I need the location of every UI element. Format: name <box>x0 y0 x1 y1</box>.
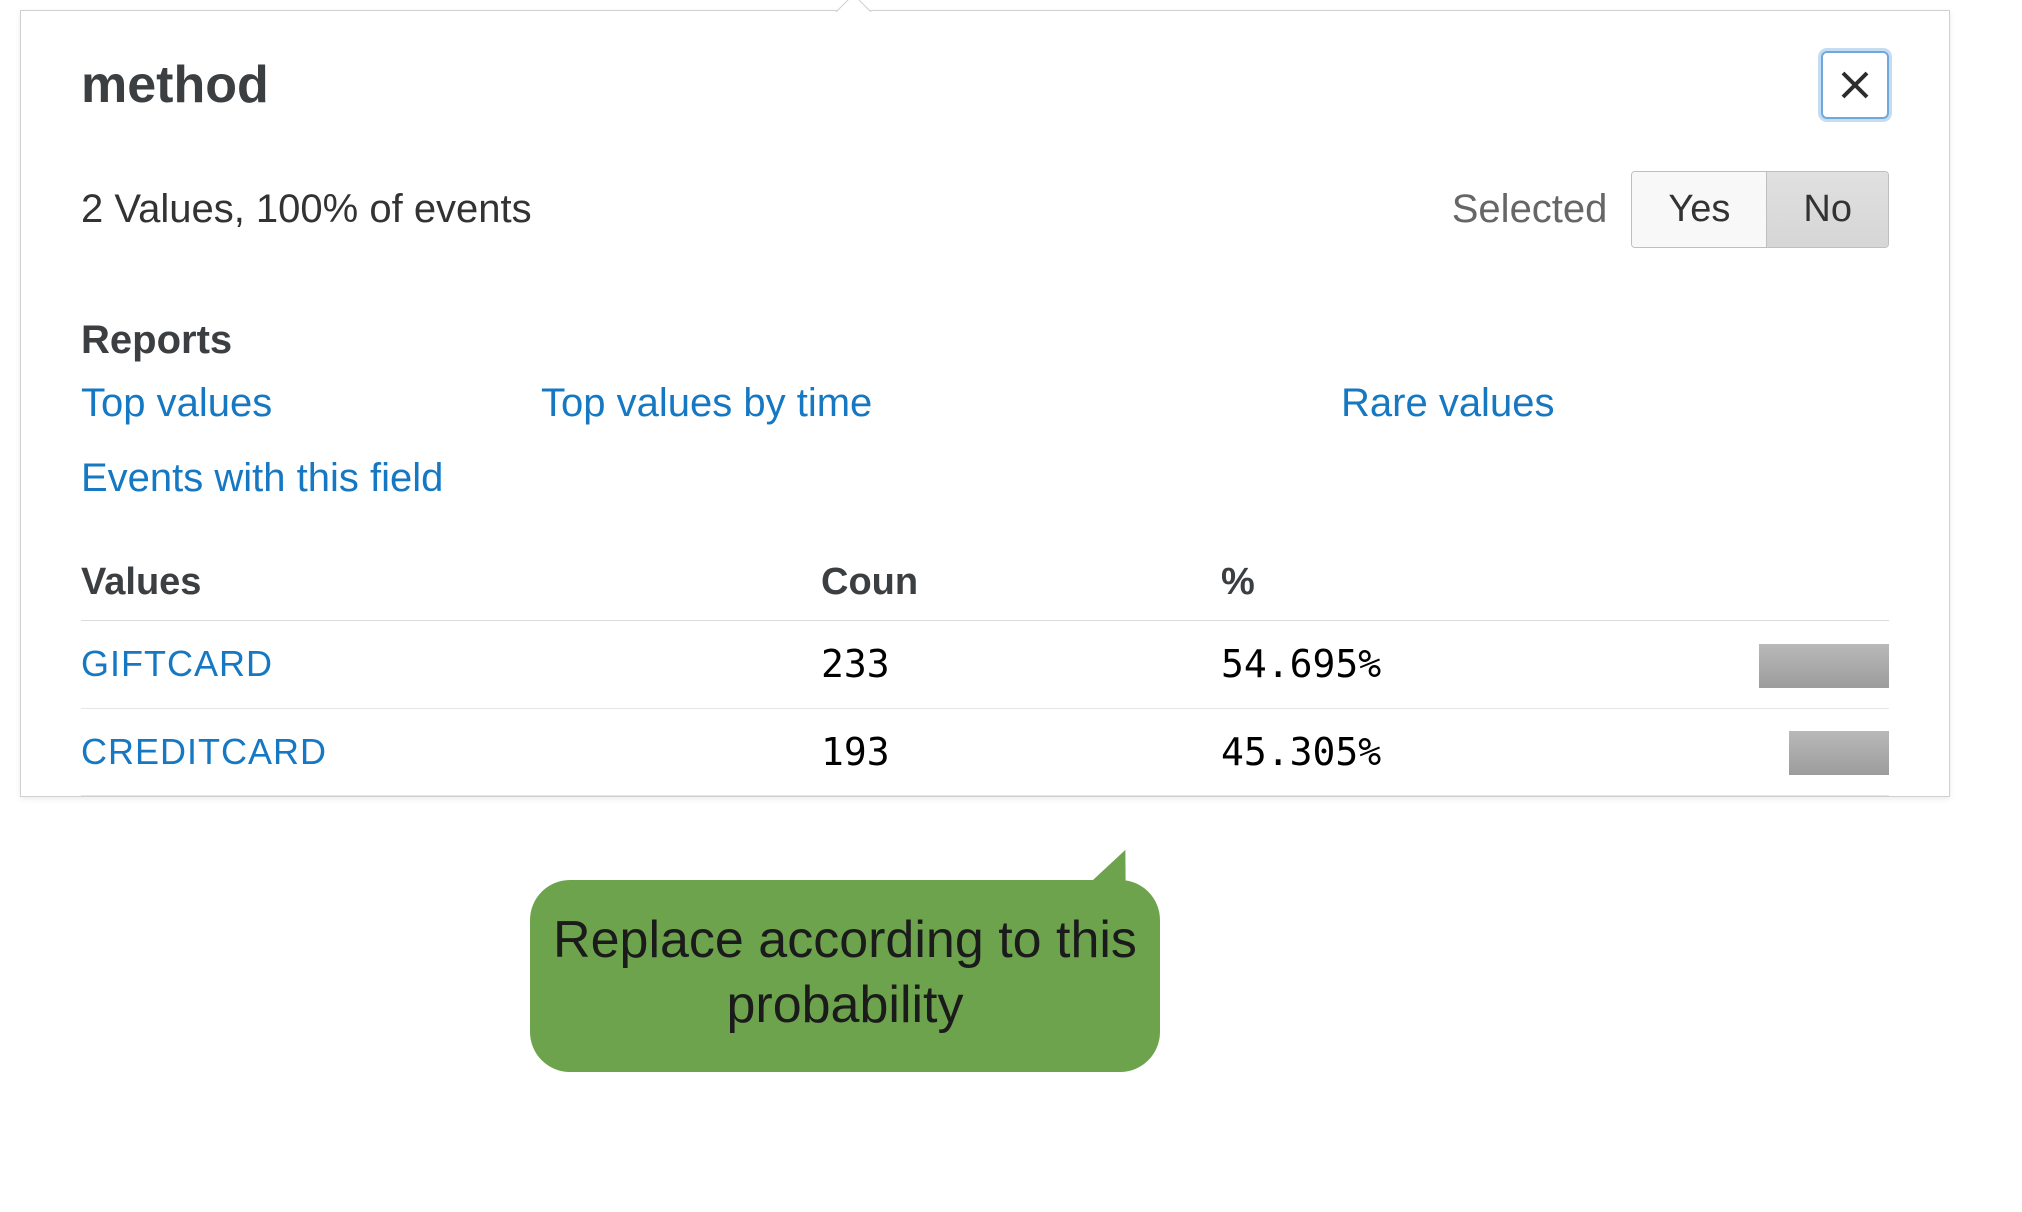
toggle-no[interactable]: No <box>1766 172 1888 247</box>
th-values: Values <box>81 561 821 604</box>
table-header: Values Coun % <box>81 561 1889 621</box>
bar-icon <box>1759 644 1889 688</box>
toggle-yes[interactable]: Yes <box>1632 172 1766 247</box>
annotation-callout: Replace according to this probability <box>530 880 1160 1072</box>
cell-percent: 45.305% <box>1221 730 1681 774</box>
summary-text: 2 Values, 100% of events <box>81 187 532 232</box>
popover-notch <box>836 0 871 29</box>
cell-count: 233 <box>821 642 1221 686</box>
field-title: method <box>81 55 269 115</box>
selected-group: Selected Yes No <box>1452 171 1889 248</box>
link-rare-values[interactable]: Rare values <box>1341 381 1554 426</box>
link-top-values-by-time[interactable]: Top values by time <box>541 381 1341 426</box>
th-percent: % <box>1221 561 1681 604</box>
cell-value[interactable]: GIFTCARD <box>81 643 821 685</box>
selected-label: Selected <box>1452 187 1608 232</box>
close-button[interactable] <box>1821 51 1889 119</box>
reports-links-row1: Top values Top values by time Rare value… <box>81 381 1889 426</box>
link-events-with-field[interactable]: Events with this field <box>81 456 443 500</box>
cell-value[interactable]: CREDITCARD <box>81 731 821 773</box>
title-row: method <box>81 51 1889 119</box>
table-row: GIFTCARD 233 54.695% <box>81 621 1889 709</box>
annotation-text: Replace according to this probability <box>553 911 1137 1034</box>
bar-icon <box>1789 731 1889 775</box>
cell-percent: 54.695% <box>1221 642 1681 686</box>
th-count: Coun <box>821 561 1221 604</box>
link-top-values[interactable]: Top values <box>81 381 541 426</box>
values-table: Values Coun % GIFTCARD 233 54.695% CREDI… <box>81 561 1889 796</box>
selected-toggle: Yes No <box>1631 171 1889 248</box>
close-icon <box>1839 69 1871 101</box>
reports-links-row2: Events with this field <box>81 456 1889 501</box>
summary-row: 2 Values, 100% of events Selected Yes No <box>81 171 1889 248</box>
cell-bar <box>1759 641 1889 688</box>
reports-heading: Reports <box>81 318 1889 363</box>
field-popover: method 2 Values, 100% of events Selected… <box>20 10 1950 797</box>
cell-count: 193 <box>821 730 1221 774</box>
table-row: CREDITCARD 193 45.305% <box>81 709 1889 797</box>
cell-bar <box>1789 729 1889 776</box>
